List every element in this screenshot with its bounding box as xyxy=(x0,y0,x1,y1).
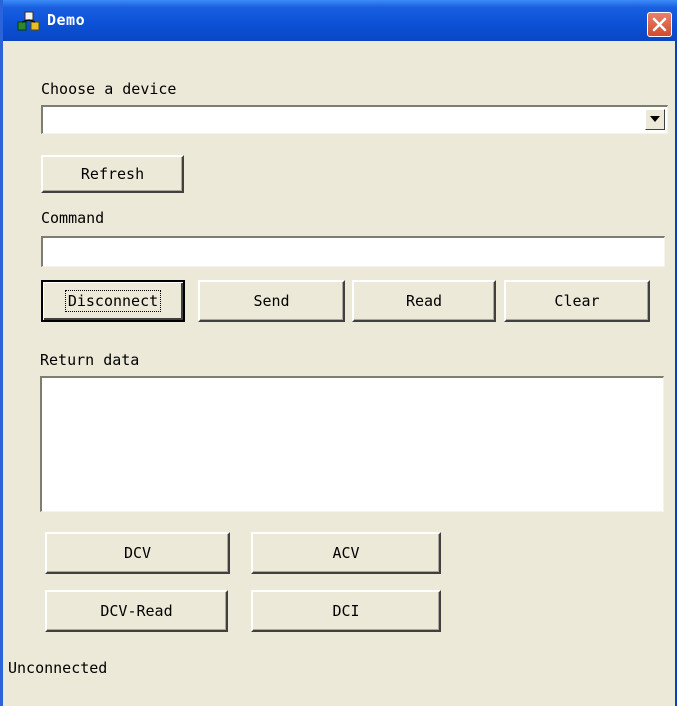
device-dropdown-button[interactable] xyxy=(645,109,665,130)
dci-button[interactable]: DCI xyxy=(251,590,441,632)
command-label: Command xyxy=(41,209,105,227)
read-button[interactable]: Read xyxy=(352,280,496,322)
device-label: Choose a device xyxy=(41,80,177,98)
return-data-label: Return data xyxy=(40,351,140,369)
title-bar[interactable]: Demo xyxy=(3,0,677,41)
acv-button[interactable]: ACV xyxy=(251,532,441,574)
dcv-button[interactable]: DCV xyxy=(45,532,230,574)
close-button[interactable] xyxy=(647,12,672,37)
dcv-read-button[interactable]: DCV-Read xyxy=(45,590,228,632)
send-button[interactable]: Send xyxy=(198,280,345,322)
clear-button[interactable]: Clear xyxy=(504,280,650,322)
device-select[interactable] xyxy=(41,105,668,134)
disconnect-button-label: Disconnect xyxy=(64,290,162,312)
demo-window: Demo Choose a device Refresh Command Dis… xyxy=(0,0,677,706)
app-icon xyxy=(17,10,41,32)
chevron-down-icon xyxy=(650,116,660,122)
window-title: Demo xyxy=(47,11,86,29)
command-input[interactable] xyxy=(41,236,665,267)
disconnect-button[interactable]: Disconnect xyxy=(41,280,185,322)
close-icon xyxy=(652,17,667,32)
connection-status: Unconnected xyxy=(8,659,108,677)
refresh-button[interactable]: Refresh xyxy=(41,155,184,193)
return-data-textarea[interactable] xyxy=(40,376,664,512)
